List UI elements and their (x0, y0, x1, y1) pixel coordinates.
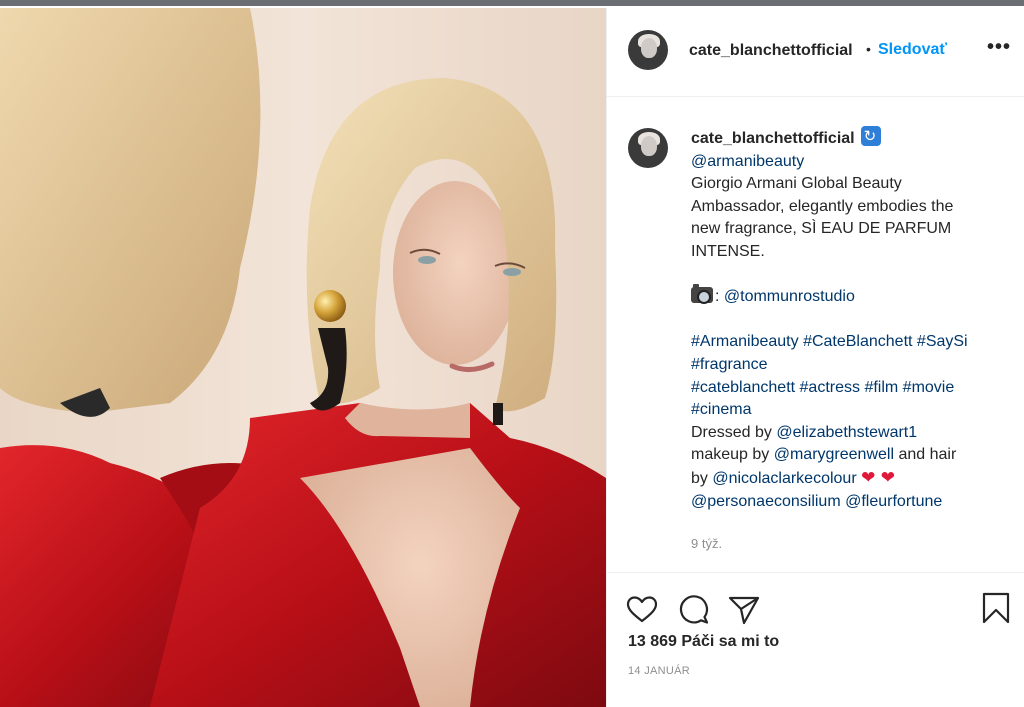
likes-count[interactable]: 13 869 Páči sa mi to (628, 633, 779, 651)
hair-label: and hair (894, 446, 957, 464)
caption-avatar[interactable] (628, 128, 668, 168)
speech-bubble-icon[interactable] (677, 593, 711, 627)
mention-fleurfortune[interactable]: @fleurfortune (845, 493, 942, 510)
action-bar: 13 869 Páči sa mi to 14 JANUÁR (607, 572, 1024, 707)
post-details-panel: cate_blanchettofficial • Sledovať ••• ca… (606, 8, 1024, 707)
hashtags-line-2[interactable]: #fragrance (691, 354, 1011, 377)
caption-body-line-3: new fragrance, SÌ EAU DE PARFUM (691, 220, 952, 238)
makeup-by-label: makeup by (691, 446, 774, 464)
mention-armanibeauty[interactable]: @armanibeauty (691, 151, 1011, 174)
post-photo-illustration (0, 8, 606, 707)
header-username[interactable]: cate_blanchettofficial (689, 42, 853, 60)
mention-marygreenwell[interactable]: @marygreenwell (774, 446, 894, 463)
mention-tommunrostudio[interactable]: @tommunrostudio (724, 288, 855, 305)
mention-personaeconsilium[interactable]: @personaeconsilium (691, 493, 841, 510)
photo-credit-prefix: : (715, 288, 724, 306)
caption-body-line-1: Giorgio Armani Global Beauty (691, 175, 902, 193)
post-date[interactable]: 14 JANUÁR (628, 665, 690, 677)
caption-text: cate_blanchettofficial @armanibeauty Gio… (691, 125, 1011, 513)
more-options-icon[interactable]: ••• (987, 36, 1011, 59)
post-image[interactable] (0, 8, 606, 707)
mention-nicolaclarkecolour[interactable]: @nicolaclarkecolour (712, 470, 856, 487)
hashtags-line-3[interactable]: #cateblanchett #actress #film #movie (691, 377, 1011, 400)
caption-username[interactable]: cate_blanchettofficial (691, 130, 855, 147)
caption-section: cate_blanchettofficial @armanibeauty Gio… (607, 98, 1024, 572)
caption-body-line-4: INTENSE. (691, 242, 765, 260)
heart-outline-icon[interactable] (625, 593, 659, 627)
avatar[interactable] (628, 30, 668, 70)
caption-timestamp[interactable]: 9 týž. (691, 536, 722, 551)
header-separator: • (866, 41, 871, 57)
dressed-by-label: Dressed by (691, 423, 777, 441)
hair-by-label: by (691, 469, 713, 487)
mention-elizabethstewart1[interactable]: @elizabethstewart1 (776, 424, 917, 441)
camera-emoji-icon (691, 284, 713, 305)
red-hearts-icon: ❤ ❤ (861, 467, 896, 488)
bookmark-icon[interactable] (979, 591, 1013, 625)
follow-button[interactable]: Sledovať (878, 41, 947, 59)
browser-top-border (0, 0, 1024, 6)
paper-plane-icon[interactable] (727, 593, 761, 627)
post-header: cate_blanchettofficial • Sledovať ••• (607, 8, 1024, 97)
hashtags-line-1[interactable]: #Armanibeauty #CateBlanchett #SaySi (691, 331, 1011, 354)
verified-badge-icon (860, 125, 881, 148)
hashtags-line-4[interactable]: #cinema (691, 399, 1011, 422)
caption-body-line-2: Ambassador, elegantly embodies the (691, 197, 954, 215)
